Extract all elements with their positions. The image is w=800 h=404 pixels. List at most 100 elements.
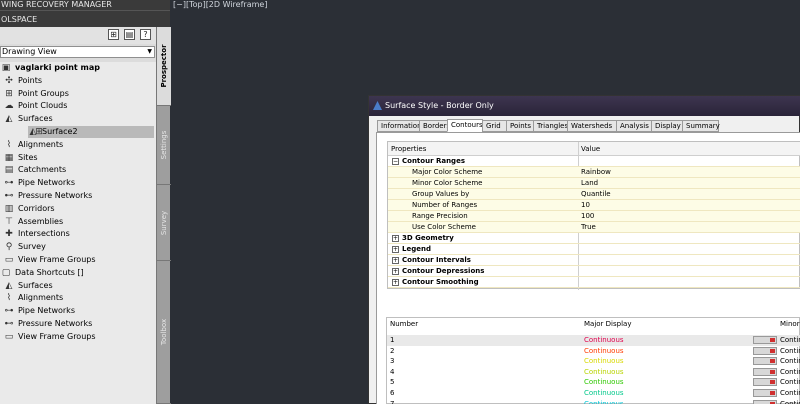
tab-triangles[interactable]: Triangles — [533, 120, 568, 132]
list-view-icon[interactable]: ▤ — [124, 29, 135, 40]
tree-item[interactable]: ▤ Catchments — [0, 164, 156, 176]
tree-item[interactable]: ⊶ Pipe Networks — [0, 177, 156, 189]
minor-display[interactable]: Contin — [780, 356, 800, 366]
major-display[interactable]: Continuous — [584, 377, 624, 387]
tree-item[interactable]: ▢ Data Shortcuts [] — [0, 267, 156, 279]
property-group[interactable]: + Contour Smoothing — [388, 277, 800, 288]
value-header[interactable]: Value — [578, 142, 800, 156]
tab-settings[interactable]: Settings — [157, 106, 171, 185]
collapse-icon[interactable]: − — [392, 158, 399, 165]
major-display[interactable]: Continuous — [584, 335, 624, 345]
property-group[interactable]: + Legend — [388, 244, 800, 255]
table-row[interactable]: 3 Continuous Contin — [387, 356, 800, 367]
property-group[interactable]: +3D Geometry — [388, 233, 800, 244]
tree-item[interactable]: ☁ Point Clouds — [0, 100, 156, 112]
minor-display[interactable]: Contin — [780, 335, 800, 345]
tree-item[interactable]: ▭ View Frame Groups — [0, 254, 156, 266]
linetype-swatch-icon[interactable] — [753, 378, 777, 387]
table-row[interactable]: 5 Continuous Contin — [387, 377, 800, 388]
tree-item[interactable]: ⌇ Alignments — [0, 139, 156, 151]
tree-item[interactable]: ⚲ Survey — [0, 241, 156, 253]
linetype-swatch-icon[interactable] — [753, 367, 777, 376]
tree-item[interactable]: ◭ Surfaces — [0, 280, 156, 292]
tree-item[interactable]: ⊶ Pipe Networks — [0, 305, 156, 317]
table-row[interactable]: 6 Continuous Contin — [387, 388, 800, 399]
table-row[interactable]: 2 Continuous Contin — [387, 346, 800, 357]
linetype-swatch-icon[interactable] — [753, 389, 777, 397]
major-display[interactable]: Continuous — [584, 356, 624, 366]
property-group[interactable]: + Contour Depressions — [388, 266, 800, 277]
property-row[interactable]: Number of Ranges 10 — [388, 200, 800, 211]
property-group[interactable]: + Contour Intervals — [388, 255, 800, 266]
tab-grid[interactable]: Grid — [482, 120, 507, 132]
tab-points[interactable]: Points — [506, 120, 534, 132]
item-view-icon[interactable]: ⊞ — [108, 29, 119, 40]
linetype-swatch-icon[interactable] — [753, 399, 777, 404]
number-header[interactable]: Number — [390, 318, 418, 330]
tab-borders[interactable]: Borders — [419, 120, 450, 132]
linetype-swatch-icon[interactable] — [753, 357, 777, 366]
tree-item[interactable]: ◭ Surfaces — [0, 113, 156, 125]
viewport-label[interactable]: [−][Top][2D Wireframe] — [173, 0, 267, 10]
property-row[interactable]: Use Color Scheme True — [388, 222, 800, 233]
tree-item[interactable]: ✣ Points — [0, 75, 156, 87]
table-row[interactable]: 1 Continuous Contin — [387, 335, 800, 346]
tree-item[interactable]: ⊷ Pressure Networks — [0, 190, 156, 202]
minor-display[interactable]: Contin — [780, 346, 800, 356]
property-row[interactable]: Range Precision 100 — [388, 211, 800, 222]
expand-icon[interactable]: + — [392, 235, 399, 242]
major-display-header[interactable]: Major Display — [584, 318, 631, 330]
tree-item[interactable]: ▭ View Frame Groups — [0, 331, 156, 343]
property-value[interactable]: Rainbow — [581, 167, 611, 178]
minor-display[interactable]: Contin — [780, 399, 800, 404]
tab-survey[interactable]: Survey — [157, 185, 171, 261]
minor-display[interactable]: Contin — [780, 388, 800, 398]
property-value[interactable]: True — [581, 222, 596, 233]
tab-summary[interactable]: Summary — [682, 120, 720, 132]
major-display[interactable]: Continuous — [584, 399, 624, 404]
tree-item[interactable]: ▣ vaglarki point map — [0, 62, 156, 74]
table-row[interactable]: 4 Continuous Contin — [387, 367, 800, 378]
dialog-title-bar[interactable]: Surface Style - Border Only — [369, 96, 800, 116]
help-icon[interactable]: ? — [140, 29, 151, 40]
tree-item[interactable]: ⊤ Assemblies — [0, 216, 156, 228]
tab-watersheds[interactable]: Watersheds — [567, 120, 617, 132]
expand-icon[interactable]: + — [392, 279, 399, 286]
view-select[interactable]: Drawing View ▼ — [0, 46, 155, 58]
minor-display[interactable]: Contin — [780, 377, 800, 387]
property-name: 3D Geometry — [402, 234, 454, 242]
tree-item[interactable]: ⌇ Alignments — [0, 292, 156, 304]
tree-item[interactable]: ▦ Sites — [0, 152, 156, 164]
minor-display[interactable]: Contin — [780, 367, 800, 377]
major-display[interactable]: Continuous — [584, 388, 624, 398]
tab-display[interactable]: Display — [651, 120, 683, 132]
tab-prospector[interactable]: Prospector — [157, 27, 171, 106]
tab-contours[interactable]: Contours — [447, 119, 483, 132]
property-row[interactable]: Major Color Scheme Rainbow — [388, 167, 800, 178]
major-display[interactable]: Continuous — [584, 367, 624, 377]
major-display[interactable]: Continuous — [584, 346, 624, 356]
linetype-swatch-icon[interactable] — [753, 346, 777, 355]
table-row[interactable]: 7 Continuous Contin — [387, 399, 800, 404]
tab-analysis[interactable]: Analysis — [616, 120, 652, 132]
property-group[interactable]: − Contour Ranges — [388, 156, 800, 167]
expand-icon[interactable]: + — [392, 257, 399, 264]
tree-item[interactable]: ▥ Corridors — [0, 203, 156, 215]
tree-item[interactable]: ⊞ Point Groups — [0, 88, 156, 100]
expand-icon[interactable]: + — [392, 268, 399, 275]
property-value[interactable]: Land — [581, 178, 598, 189]
tree-item[interactable]: ⊷ Pressure Networks — [0, 318, 156, 330]
property-value[interactable]: 100 — [581, 211, 594, 222]
minor-display-header[interactable]: Minor D — [780, 318, 800, 330]
property-row[interactable]: Group Values by Quantile — [388, 189, 800, 200]
tree-item[interactable]: ⊞ ◭ Surface2 — [28, 126, 154, 138]
tab-information[interactable]: Information — [377, 120, 422, 132]
linetype-swatch-icon[interactable] — [753, 336, 777, 344]
tree-item[interactable]: ✚ Intersections — [0, 228, 156, 240]
properties-header[interactable]: Properties — [388, 142, 578, 156]
property-value[interactable]: 10 — [581, 200, 590, 211]
property-value[interactable]: Quantile — [581, 189, 611, 200]
expand-icon[interactable]: + — [392, 246, 399, 253]
property-row[interactable]: Minor Color Scheme Land — [388, 178, 800, 189]
tab-toolbox[interactable]: Toolbox — [157, 261, 171, 404]
